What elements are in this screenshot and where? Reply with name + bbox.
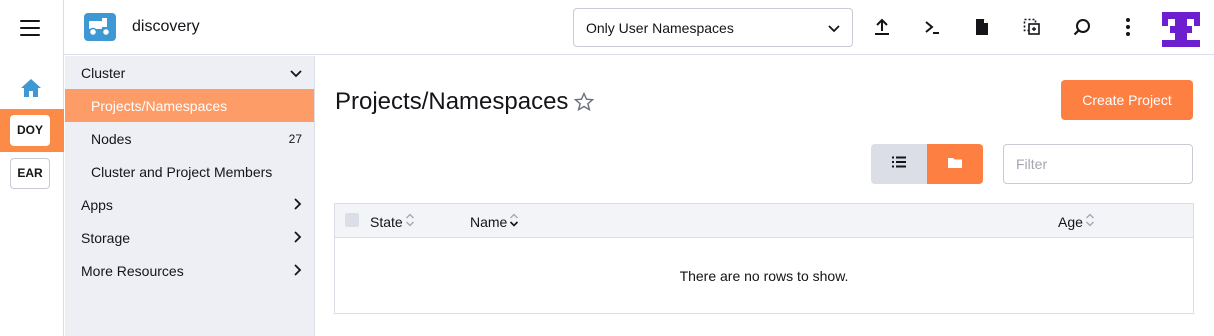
sort-down-icon <box>509 213 519 230</box>
column-label: State <box>370 213 403 230</box>
select-all-checkbox[interactable] <box>345 213 359 227</box>
folder-icon <box>948 155 962 173</box>
column-label: Name <box>470 213 508 230</box>
kubectl-shell-icon[interactable] <box>922 17 942 37</box>
group-by-project-button[interactable] <box>927 144 983 184</box>
list-icon <box>892 155 906 173</box>
flat-list-view-button[interactable] <box>871 144 927 184</box>
nav-group-label: Cluster <box>81 64 126 81</box>
nav-group-storage[interactable]: Storage <box>65 221 314 254</box>
nav-group-apps[interactable]: Apps <box>65 188 314 221</box>
sidebar-item-projects-namespaces[interactable]: Projects/Namespaces <box>65 89 314 122</box>
column-header-age[interactable]: Age <box>1058 213 1095 230</box>
chevron-down-icon <box>290 65 302 81</box>
table-header: State Name Age <box>335 204 1193 238</box>
side-navigation: Cluster Projects/Namespaces Nodes 27 Clu… <box>65 56 315 336</box>
kubeconfig-download-icon[interactable] <box>972 17 992 37</box>
column-label: Age <box>1058 213 1083 230</box>
projects-table: State Name Age There are no rows to show… <box>334 203 1194 314</box>
cluster-chip-doy[interactable]: DOY <box>10 115 50 146</box>
empty-table-message: There are no rows to show. <box>679 268 849 284</box>
create-project-button[interactable]: Create Project <box>1061 80 1193 120</box>
namespace-filter-value: Only User Namespaces <box>586 19 734 36</box>
nav-group-cluster[interactable]: Cluster <box>65 56 314 89</box>
home-icon[interactable] <box>20 78 42 103</box>
sidebar-item-label: Projects/Namespaces <box>91 97 228 114</box>
copy-kubeconfig-icon[interactable] <box>1022 17 1042 37</box>
chevron-right-icon <box>294 197 302 213</box>
chevron-right-icon <box>294 263 302 279</box>
nav-group-more-resources[interactable]: More Resources <box>65 254 314 287</box>
page-title-row: Projects/Namespaces <box>335 88 595 116</box>
hamburger-menu-icon[interactable] <box>20 20 40 36</box>
user-avatar[interactable] <box>1162 12 1200 47</box>
chevron-down-icon <box>828 20 840 36</box>
import-yaml-icon[interactable] <box>872 17 892 37</box>
sidebar-item-cluster-project-members[interactable]: Cluster and Project Members <box>65 155 314 188</box>
nav-group-label: More Resources <box>81 262 184 279</box>
page-title: Projects/Namespaces <box>335 88 569 115</box>
sidebar-item-nodes[interactable]: Nodes 27 <box>65 122 314 155</box>
nav-group-label: Apps <box>81 196 113 213</box>
sort-icon <box>405 213 415 230</box>
namespace-filter-select[interactable]: Only User Namespaces <box>573 8 853 47</box>
sidebar-item-label: Cluster and Project Members <box>91 163 273 180</box>
resource-search-icon[interactable] <box>1072 17 1092 37</box>
nav-group-label: Storage <box>81 229 131 246</box>
column-header-state[interactable]: State <box>370 213 415 230</box>
top-header: discovery Only User Namespaces <box>64 0 1214 55</box>
sort-icon <box>1085 213 1095 230</box>
nodes-count-badge: 27 <box>288 131 302 146</box>
filter-input[interactable] <box>1003 144 1193 184</box>
cluster-rail: DOY EAR <box>0 0 64 336</box>
cluster-logo-icon <box>84 13 116 41</box>
more-actions-icon[interactable] <box>1118 17 1138 37</box>
sidebar-item-label: Nodes <box>91 130 132 147</box>
chevron-right-icon <box>294 230 302 246</box>
column-header-name[interactable]: Name <box>470 213 519 230</box>
favorite-star-icon[interactable] <box>574 92 595 112</box>
main-content: Projects/Namespaces Create Project State <box>315 56 1214 336</box>
cluster-chip-ear[interactable]: EAR <box>10 158 50 189</box>
cluster-name: discovery <box>132 18 200 35</box>
view-toggle <box>871 144 983 184</box>
